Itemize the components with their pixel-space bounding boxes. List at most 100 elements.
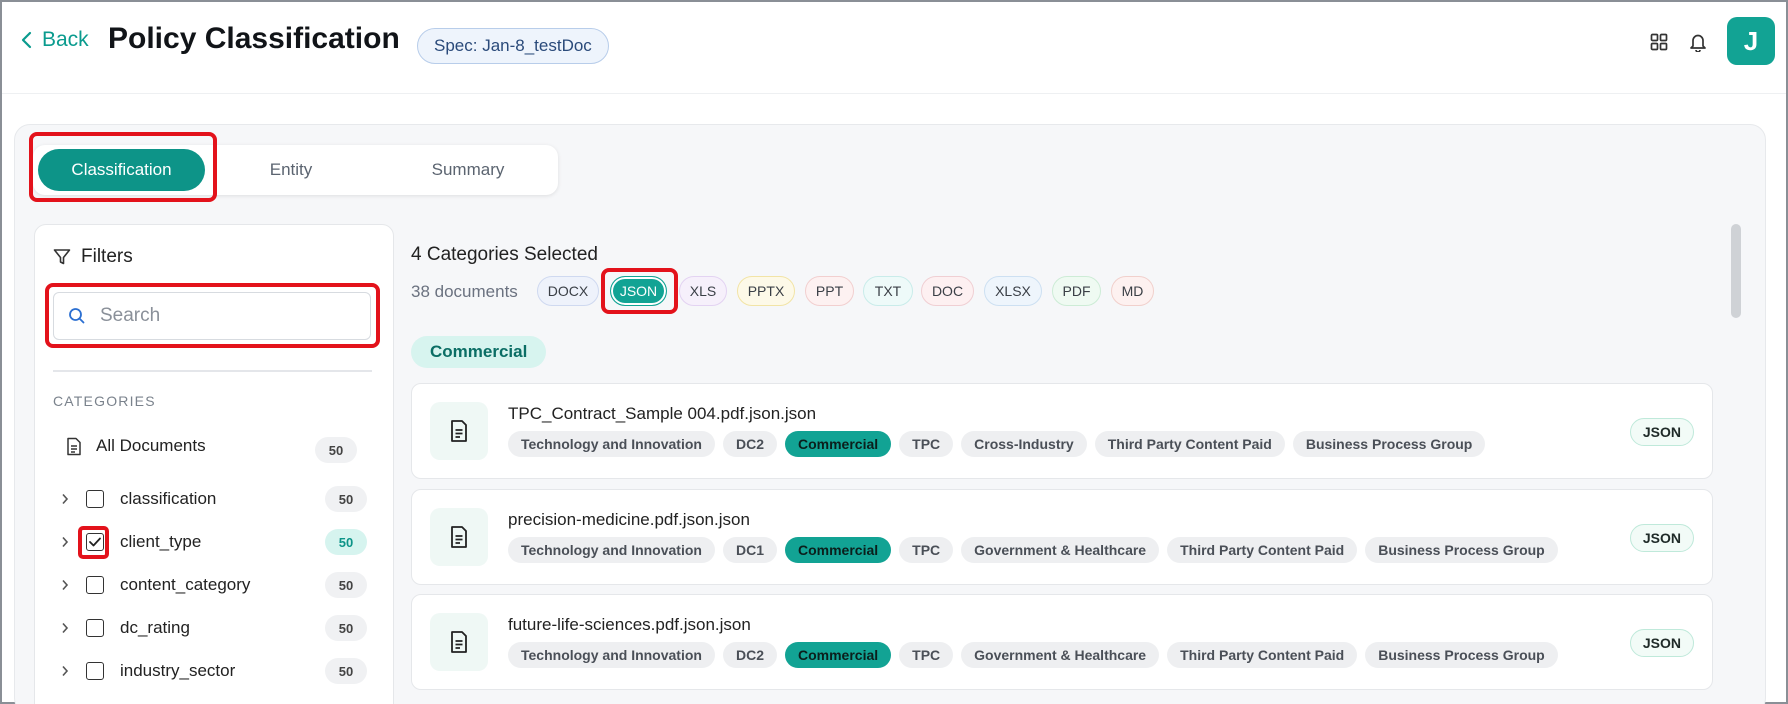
- checkbox[interactable]: [86, 490, 104, 508]
- tag: Business Process Group: [1365, 537, 1558, 563]
- document-name: future-life-sciences.pdf.json.json: [508, 615, 751, 634]
- chevron-right-icon[interactable]: [58, 665, 72, 677]
- group-label-chip: Commercial: [411, 336, 547, 368]
- back-button[interactable]: Back: [20, 28, 89, 52]
- categories-selected-heading: 4 Categories Selected: [411, 244, 598, 265]
- check-icon: [89, 537, 101, 547]
- scrollbar-thumb[interactable]: [1731, 224, 1741, 318]
- document-icon: [430, 508, 488, 566]
- tag: Technology and Innovation: [508, 431, 715, 457]
- spec-chip: Spec: Jan-8_testDoc: [417, 28, 609, 64]
- filetype-chip-doc[interactable]: DOC: [921, 276, 974, 306]
- category-item-content-category[interactable]: content_category: [58, 570, 250, 600]
- checkbox[interactable]: [86, 619, 104, 637]
- tag: Technology and Innovation: [508, 537, 715, 563]
- count-badge: 50: [325, 658, 367, 684]
- bell-icon[interactable]: [1686, 30, 1710, 54]
- tag-highlighted: Commercial: [784, 642, 892, 668]
- tag-list: Technology and Innovation DC2 Commercial…: [508, 642, 1558, 668]
- tag: Government & Healthcare: [961, 537, 1160, 563]
- chevron-left-icon: [21, 31, 32, 49]
- page-title: Policy Classification: [108, 22, 400, 55]
- category-item-dc-rating[interactable]: dc_rating: [58, 613, 190, 643]
- tag: DC2: [722, 642, 777, 668]
- tag: Technology and Innovation: [508, 642, 715, 668]
- categories-label: CATEGORIES: [53, 393, 156, 409]
- count-badge: 50: [325, 572, 367, 598]
- tag-list: Technology and Innovation DC2 Commercial…: [508, 431, 1486, 457]
- filetype-chip-md[interactable]: MD: [1111, 276, 1154, 306]
- category-label: industry_sector: [120, 661, 236, 680]
- filetype-chip-xls[interactable]: XLS: [679, 276, 727, 306]
- count-badge: 50: [325, 529, 367, 555]
- filetype-chip-txt[interactable]: TXT: [863, 276, 913, 306]
- divider: [53, 370, 372, 372]
- count-badge: 50: [315, 437, 357, 463]
- format-badge: JSON: [1629, 629, 1694, 657]
- category-label: content_category: [120, 575, 251, 594]
- document-count: 38 documents: [411, 282, 518, 301]
- filters-title: Filters: [81, 246, 133, 267]
- tab-summary[interactable]: Summary: [413, 149, 523, 191]
- chevron-right-icon[interactable]: [58, 622, 72, 634]
- all-documents-item[interactable]: All Documents: [66, 436, 206, 456]
- tab-classification[interactable]: Classification: [38, 149, 205, 191]
- document-icon: [430, 613, 488, 671]
- document-name: TPC_Contract_Sample 004.pdf.json.json: [508, 404, 817, 423]
- avatar[interactable]: J: [1727, 17, 1775, 65]
- filetype-chip-ppt[interactable]: PPT: [805, 276, 854, 306]
- tag: Business Process Group: [1365, 642, 1558, 668]
- search-field[interactable]: [53, 292, 371, 340]
- filetype-chip-json[interactable]: JSON: [610, 276, 667, 306]
- search-input[interactable]: [100, 305, 340, 327]
- filetype-chip-pptx[interactable]: PPTX: [737, 276, 795, 306]
- filetype-chip-pdf[interactable]: PDF: [1052, 276, 1101, 306]
- category-item-industry-sector[interactable]: industry_sector: [58, 656, 235, 686]
- category-item-client-type[interactable]: client_type: [58, 527, 201, 557]
- tag: Business Process Group: [1292, 431, 1486, 457]
- count-badge: 50: [325, 615, 367, 641]
- document-card[interactable]: precision-medicine.pdf.json.json Technol…: [411, 489, 1713, 585]
- search-icon: [69, 308, 85, 324]
- tag: TPC: [899, 642, 954, 668]
- category-item-classification[interactable]: classification: [58, 484, 216, 514]
- tag: Third Party Content Paid: [1167, 537, 1358, 563]
- back-label: Back: [42, 28, 89, 51]
- filetype-chip-docx[interactable]: DOCX: [537, 276, 599, 306]
- tag: Third Party Content Paid: [1167, 642, 1358, 668]
- tag-highlighted: Commercial: [784, 537, 892, 563]
- document-card[interactable]: future-life-sciences.pdf.json.json Techn…: [411, 594, 1713, 690]
- tag: Government & Healthcare: [961, 642, 1160, 668]
- category-label: client_type: [120, 532, 202, 551]
- tag: TPC: [899, 537, 954, 563]
- category-label: classification: [120, 489, 217, 508]
- all-documents-label: All Documents: [96, 436, 206, 455]
- tag: TPC: [899, 431, 954, 457]
- filter-icon: [53, 249, 71, 265]
- grid-icon[interactable]: [1647, 30, 1671, 54]
- tag: Third Party Content Paid: [1094, 431, 1285, 457]
- tag-list: Technology and Innovation DC1 Commercial…: [508, 537, 1558, 563]
- checkbox[interactable]: [86, 662, 104, 680]
- document-icon: [430, 402, 488, 460]
- tag-highlighted: Commercial: [784, 431, 892, 457]
- category-label: dc_rating: [120, 618, 190, 637]
- tag: DC2: [722, 431, 777, 457]
- tag: DC1: [722, 537, 777, 563]
- filters-header: Filters: [53, 246, 133, 268]
- chevron-right-icon[interactable]: [58, 579, 72, 591]
- tab-bar: Classification Entity Summary: [33, 145, 558, 195]
- checkbox[interactable]: [86, 576, 104, 594]
- tag: Cross-Industry: [961, 431, 1087, 457]
- document-card[interactable]: TPC_Contract_Sample 004.pdf.json.json Te…: [411, 383, 1713, 479]
- document-icon: [67, 437, 81, 455]
- chevron-right-icon[interactable]: [58, 536, 72, 548]
- count-badge: 50: [325, 486, 367, 512]
- chevron-right-icon[interactable]: [58, 493, 72, 505]
- filetype-chip-xlsx[interactable]: XLSX: [984, 276, 1042, 306]
- checkbox-checked[interactable]: [86, 533, 104, 551]
- format-badge: JSON: [1629, 418, 1694, 446]
- format-badge: JSON: [1629, 524, 1694, 552]
- tab-entity[interactable]: Entity: [241, 149, 341, 191]
- document-name: precision-medicine.pdf.json.json: [508, 510, 750, 529]
